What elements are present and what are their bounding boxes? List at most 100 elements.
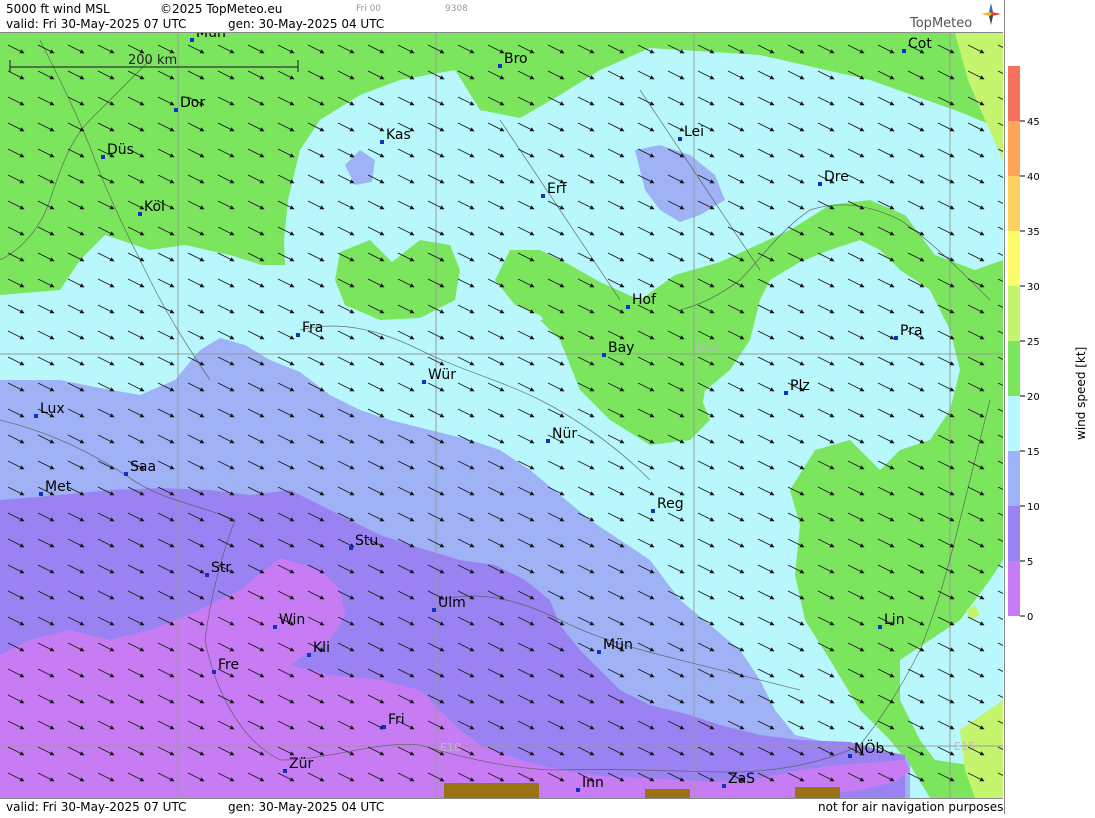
city-label: Nür <box>552 426 577 442</box>
grid-label-e10: E10 <box>440 741 461 754</box>
city-dot <box>576 788 580 792</box>
city-dot <box>283 769 287 773</box>
city-dot <box>190 38 194 42</box>
city-marker[interactable]: Wür <box>422 367 456 384</box>
city-dot <box>174 108 178 112</box>
city-dot <box>307 653 311 657</box>
city-label: Köl <box>144 199 165 215</box>
city-label: Ulm <box>438 595 466 611</box>
map-footer: valid: Fri 30-May-2025 07 UTC gen: 30-Ma… <box>0 798 1003 815</box>
city-dot <box>39 492 43 496</box>
code-label: 9308 <box>445 4 468 14</box>
city-label: Düs <box>107 142 134 158</box>
city-dot <box>205 573 209 577</box>
legend-tick-label: 45 <box>1027 117 1040 128</box>
city-dot <box>546 439 550 443</box>
legend-tick-label: 10 <box>1027 502 1040 513</box>
city-dot <box>212 670 216 674</box>
legend-swatch <box>1008 396 1020 451</box>
city-label: Plz <box>790 378 810 394</box>
city-dot <box>432 608 436 612</box>
city-dot <box>34 414 38 418</box>
grid-label-n50: N50 <box>697 341 719 354</box>
city-marker[interactable]: Mün <box>597 637 633 654</box>
legend-tick-label: 35 <box>1027 227 1040 238</box>
legend-swatch <box>1008 341 1020 396</box>
legend-swatch <box>1008 66 1020 121</box>
city-label: Mün <box>196 33 226 41</box>
city-label: Win <box>279 612 305 628</box>
city-label: Stu <box>355 533 378 549</box>
city-label: Lei <box>684 124 704 140</box>
city-dot <box>848 754 852 758</box>
legend-tick-label: 25 <box>1027 337 1040 348</box>
city-dot <box>722 784 726 788</box>
legend-swatch <box>1008 561 1020 616</box>
compass-logo-icon <box>981 3 1001 25</box>
city-label: Fra <box>302 320 323 336</box>
city-label: Dor <box>180 95 205 111</box>
city-label: Reg <box>657 496 684 512</box>
legend-title: wind speed [kt] <box>1074 347 1088 440</box>
city-dot <box>894 336 898 340</box>
city-dot <box>597 650 601 654</box>
city-label: NÖb <box>854 739 884 757</box>
legend-swatch <box>1008 506 1020 561</box>
city-dot <box>626 305 630 309</box>
city-label: Mün <box>603 637 633 653</box>
valid-time: valid: Fri 30-May-2025 07 UTC <box>6 17 187 31</box>
wind-map-canvas[interactable]: N50 E10 E15 200 km Mün Bro Cot Dor Kas Lei Düs… <box>0 33 1003 798</box>
scale-bar-label: 200 km <box>128 53 177 68</box>
city-label: Str <box>211 560 231 576</box>
legend-swatch <box>1008 451 1020 506</box>
city-dot <box>296 333 300 337</box>
city-label: Hof <box>632 292 657 308</box>
city-marker[interactable]: Mün <box>190 33 226 42</box>
city-label: Cot <box>908 36 932 52</box>
city-dot <box>902 49 906 53</box>
city-label: Saa <box>130 459 156 475</box>
legend-tick-label: 0 <box>1027 612 1033 623</box>
legend-tick-label: 20 <box>1027 392 1040 403</box>
city-dot <box>498 64 502 68</box>
copyright-text: ©2025 TopMeteo.eu <box>160 2 283 16</box>
city-dot <box>651 509 655 513</box>
layer-title: 5000 ft wind MSL <box>6 2 110 16</box>
city-marker[interactable]: Ulm <box>432 595 466 612</box>
legend-tick-label: 30 <box>1027 282 1040 293</box>
city-dot <box>101 155 105 159</box>
city-label: Kli <box>313 640 330 656</box>
legend-swatch <box>1008 176 1020 231</box>
map-header: 5000 ft wind MSL ©2025 TopMeteo.eu Fri 0… <box>0 0 1003 33</box>
city-label: Erf <box>547 181 568 197</box>
wind-map[interactable]: N50 E10 E15 200 km Mün Bro Cot Dor Kas Lei Düs… <box>0 33 1003 798</box>
city-label: Met <box>45 479 72 495</box>
legend-tick-label: 40 <box>1027 172 1040 183</box>
city-dot <box>541 194 545 198</box>
run-label: Fri 00 <box>356 4 382 14</box>
city-label: Fre <box>218 657 239 673</box>
city-label: Wür <box>428 367 456 383</box>
city-label: Pra <box>900 323 923 339</box>
city-dot <box>380 140 384 144</box>
city-label: Lux <box>40 401 65 417</box>
city-marker[interactable]: NÖb <box>848 739 884 758</box>
logo-text[interactable]: TopMeteo <box>910 16 972 31</box>
city-label: ZaS <box>728 771 755 787</box>
wind-speed-legend: wind speed [kt] 0 5 10 15 20 25 30 35 40 45 <box>1008 66 1088 623</box>
legend-panel: wind speed [kt] 0 5 10 15 20 25 30 35 40 45 <box>1004 0 1095 814</box>
grid-label-e15: E15 <box>954 740 975 753</box>
city-label: Inn <box>582 775 604 791</box>
footer-generated-time: gen: 30-May-2025 04 UTC <box>228 800 385 814</box>
city-dot <box>382 725 386 729</box>
city-dot <box>349 546 353 550</box>
city-label: Bay <box>608 340 634 356</box>
city-dot <box>124 472 128 476</box>
city-label: Fri <box>388 712 405 728</box>
legend-swatch <box>1008 121 1020 176</box>
generated-time: gen: 30-May-2025 04 UTC <box>228 17 385 31</box>
city-dot <box>784 391 788 395</box>
city-label: Zür <box>289 756 313 772</box>
city-dot <box>273 625 277 629</box>
city-dot <box>422 380 426 384</box>
